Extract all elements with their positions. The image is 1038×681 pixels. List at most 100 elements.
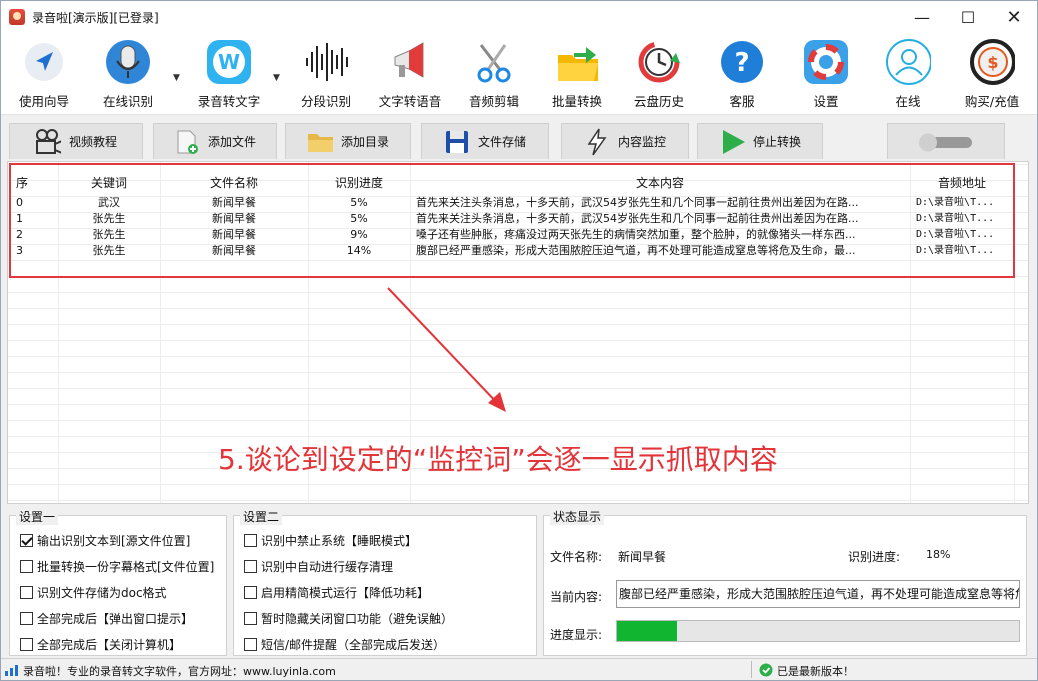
- audio-to-text-button[interactable]: W 录音转文字: [191, 39, 267, 115]
- lightning-icon: [584, 128, 610, 155]
- play-triangle-icon: [719, 129, 745, 155]
- settings2-option[interactable]: 短信/邮件提醒（全部完成后发送）: [244, 636, 445, 653]
- window-title: 录音啦[演示版][已登录]: [32, 10, 159, 25]
- content-monitor-button[interactable]: 内容监控: [561, 123, 689, 159]
- folder-icon: [307, 129, 333, 155]
- settings1-option[interactable]: 识别文件存储为doc格式: [20, 584, 167, 601]
- add-file-button[interactable]: 添加文件: [153, 123, 277, 159]
- main-toolbar: 使用向导 在线识别 ▼ W 录音转文字 ▼ 分段识别 文字转语音 音频剪辑 批量…: [1, 33, 1037, 115]
- settings-group-one: 设置一 输出识别文本到[源文件位置] 批量转换一份字幕格式[文件位置] 识别文件存储…: [9, 508, 227, 656]
- checkbox[interactable]: [244, 560, 257, 573]
- secondary-toolbar: 视频教程 添加文件 添加目录 文件存储 内容监控 停止转换: [1, 117, 1037, 159]
- settings-group-two: 设置二 识别中禁止系统【睡眠模式】 识别中自动进行缓存清理 启用精简模式运行【降低功…: [233, 508, 537, 656]
- status-right-text: 已是最新版本！: [777, 665, 854, 678]
- checkbox-label: 识别中自动进行缓存清理: [261, 560, 394, 574]
- task-table: 序 关键词 文件名称 识别进度 文本内容 音频地址 0 武汉 新闻早餐 5% 首先来关注…: [7, 161, 1029, 504]
- add-file-icon: [174, 129, 200, 155]
- checkbox-label: 识别中禁止系统【睡眠模式】: [261, 534, 418, 548]
- user-circle-icon: [885, 39, 931, 85]
- checkbox-label: 短信/邮件提醒（全部完成后发送）: [261, 638, 446, 652]
- scissors-icon: [471, 39, 517, 85]
- minimize-button[interactable]: —: [899, 1, 945, 33]
- checkbox[interactable]: [20, 534, 33, 547]
- current-content-label: 当前内容:: [550, 590, 603, 604]
- checkbox[interactable]: [20, 586, 33, 599]
- video-camera-icon: [35, 128, 61, 155]
- video-tutorial-button[interactable]: 视频教程: [9, 123, 143, 159]
- settings2-option[interactable]: 识别中禁止系统【睡眠模式】: [244, 532, 417, 549]
- customer-service-button[interactable]: ? 客服: [711, 39, 773, 115]
- stop-convert-button[interactable]: 停止转换: [697, 123, 823, 159]
- chevron-down-icon[interactable]: ▼: [273, 73, 280, 83]
- chevron-down-icon[interactable]: ▼: [173, 73, 180, 83]
- floppy-disk-icon: [444, 129, 470, 155]
- progress-bar: [616, 620, 1020, 642]
- file-storage-button[interactable]: 文件存储: [421, 123, 549, 159]
- status-left-text: 录音啦！专业的录音转文字软件，官方网址：www.luyinla.com: [23, 665, 336, 678]
- settings2-option[interactable]: 暂时隐藏关闭窗口功能（避免误触）: [244, 610, 453, 627]
- text-to-speech-button[interactable]: 文字转语音: [373, 39, 447, 115]
- cursor-arrow-icon: [21, 39, 67, 85]
- status-bar: 录音啦！专业的录音转文字软件，官方网址：www.luyinla.com 已是最新…: [1, 658, 1037, 680]
- annotation-arrow: [387, 287, 506, 412]
- progress-label: 识别进度:: [848, 550, 901, 564]
- help-question-icon: ?: [719, 39, 765, 85]
- settings1-option[interactable]: 全部完成后【弹出窗口提示】: [20, 610, 193, 627]
- settings1-option[interactable]: 输出识别文本到[源文件位置]: [20, 532, 190, 549]
- progress-value: 18%: [926, 548, 951, 561]
- checkbox[interactable]: [244, 612, 257, 625]
- app-window: 录音啦[演示版][已登录] — ☐ ✕ 使用向导 在线识别 ▼ W 录音转文字 …: [0, 0, 1038, 681]
- update-ok-icon: [759, 663, 773, 677]
- segment-recognize-button[interactable]: 分段识别: [295, 39, 357, 115]
- mode-toggle[interactable]: [887, 123, 1005, 159]
- svg-text:$: $: [987, 53, 998, 72]
- app-logo-icon: [9, 9, 25, 25]
- checkbox-label: 全部完成后【弹出窗口提示】: [37, 612, 194, 626]
- checkbox-label: 识别文件存储为doc格式: [37, 586, 167, 600]
- file-name-value: 新闻早餐: [618, 550, 667, 564]
- w-badge-icon: W: [206, 39, 252, 85]
- annotation-text: 5.谈论到设定的“监控词”会逐一显示抓取内容: [218, 443, 778, 476]
- checkbox[interactable]: [244, 534, 257, 547]
- signal-bars-icon: [5, 665, 18, 676]
- checkbox[interactable]: [20, 638, 33, 651]
- settings1-option[interactable]: 批量转换一份字幕格式[文件位置]: [20, 558, 214, 575]
- checkbox[interactable]: [244, 638, 257, 651]
- checkbox-label: 启用精简模式运行【降低功耗】: [261, 586, 430, 600]
- guide-button[interactable]: 使用向导: [13, 39, 75, 115]
- soundwave-icon: [303, 39, 349, 85]
- megaphone-icon: [387, 39, 433, 85]
- settings2-option[interactable]: 启用精简模式运行【降低功耗】: [244, 584, 429, 601]
- settings2-option[interactable]: 识别中自动进行缓存清理: [244, 558, 393, 575]
- audio-edit-button[interactable]: 音频剪辑: [463, 39, 525, 115]
- checkbox-label: 全部完成后【关闭计算机】: [37, 638, 182, 652]
- progress-bar-label: 进度显示:: [550, 628, 603, 642]
- online-status-button[interactable]: 在线: [877, 39, 939, 115]
- checkbox-label: 批量转换一份字幕格式[文件位置]: [37, 560, 215, 574]
- checkbox[interactable]: [244, 586, 257, 599]
- folder-arrow-icon: [554, 39, 600, 85]
- add-directory-button[interactable]: 添加目录: [285, 123, 411, 159]
- settings1-option[interactable]: 全部完成后【关闭计算机】: [20, 636, 181, 653]
- dollar-coin-icon: $: [969, 39, 1015, 85]
- status-panel: 状态显示 文件名称: 新闻早餐 识别进度: 18% 当前内容: 腹部已经严重感染…: [543, 508, 1027, 656]
- cloud-history-button[interactable]: 云盘历史: [627, 39, 691, 115]
- purchase-button[interactable]: $ 购买/充值: [957, 39, 1027, 115]
- svg-text:W: W: [218, 50, 240, 74]
- checkbox-label: 输出识别文本到[源文件位置]: [37, 534, 191, 548]
- progress-bar-fill: [617, 621, 678, 641]
- history-clock-icon: [636, 39, 682, 85]
- microphone-icon: [105, 39, 151, 85]
- highlight-box: [9, 163, 1015, 278]
- maximize-button[interactable]: ☐: [945, 1, 991, 33]
- online-recognize-button[interactable]: 在线识别: [97, 39, 159, 115]
- lifebuoy-icon: [803, 39, 849, 85]
- checkbox[interactable]: [20, 560, 33, 573]
- file-name-label: 文件名称:: [550, 550, 603, 564]
- current-content-field[interactable]: 腹部已经严重感染，形成大范围脓腔压迫气道，再不处理可能造成窒息等将危: [616, 580, 1020, 608]
- svg-text:?: ?: [734, 48, 749, 78]
- checkbox[interactable]: [20, 612, 33, 625]
- batch-convert-button[interactable]: 批量转换: [545, 39, 609, 115]
- settings-button[interactable]: 设置: [795, 39, 857, 115]
- close-button[interactable]: ✕: [991, 1, 1037, 33]
